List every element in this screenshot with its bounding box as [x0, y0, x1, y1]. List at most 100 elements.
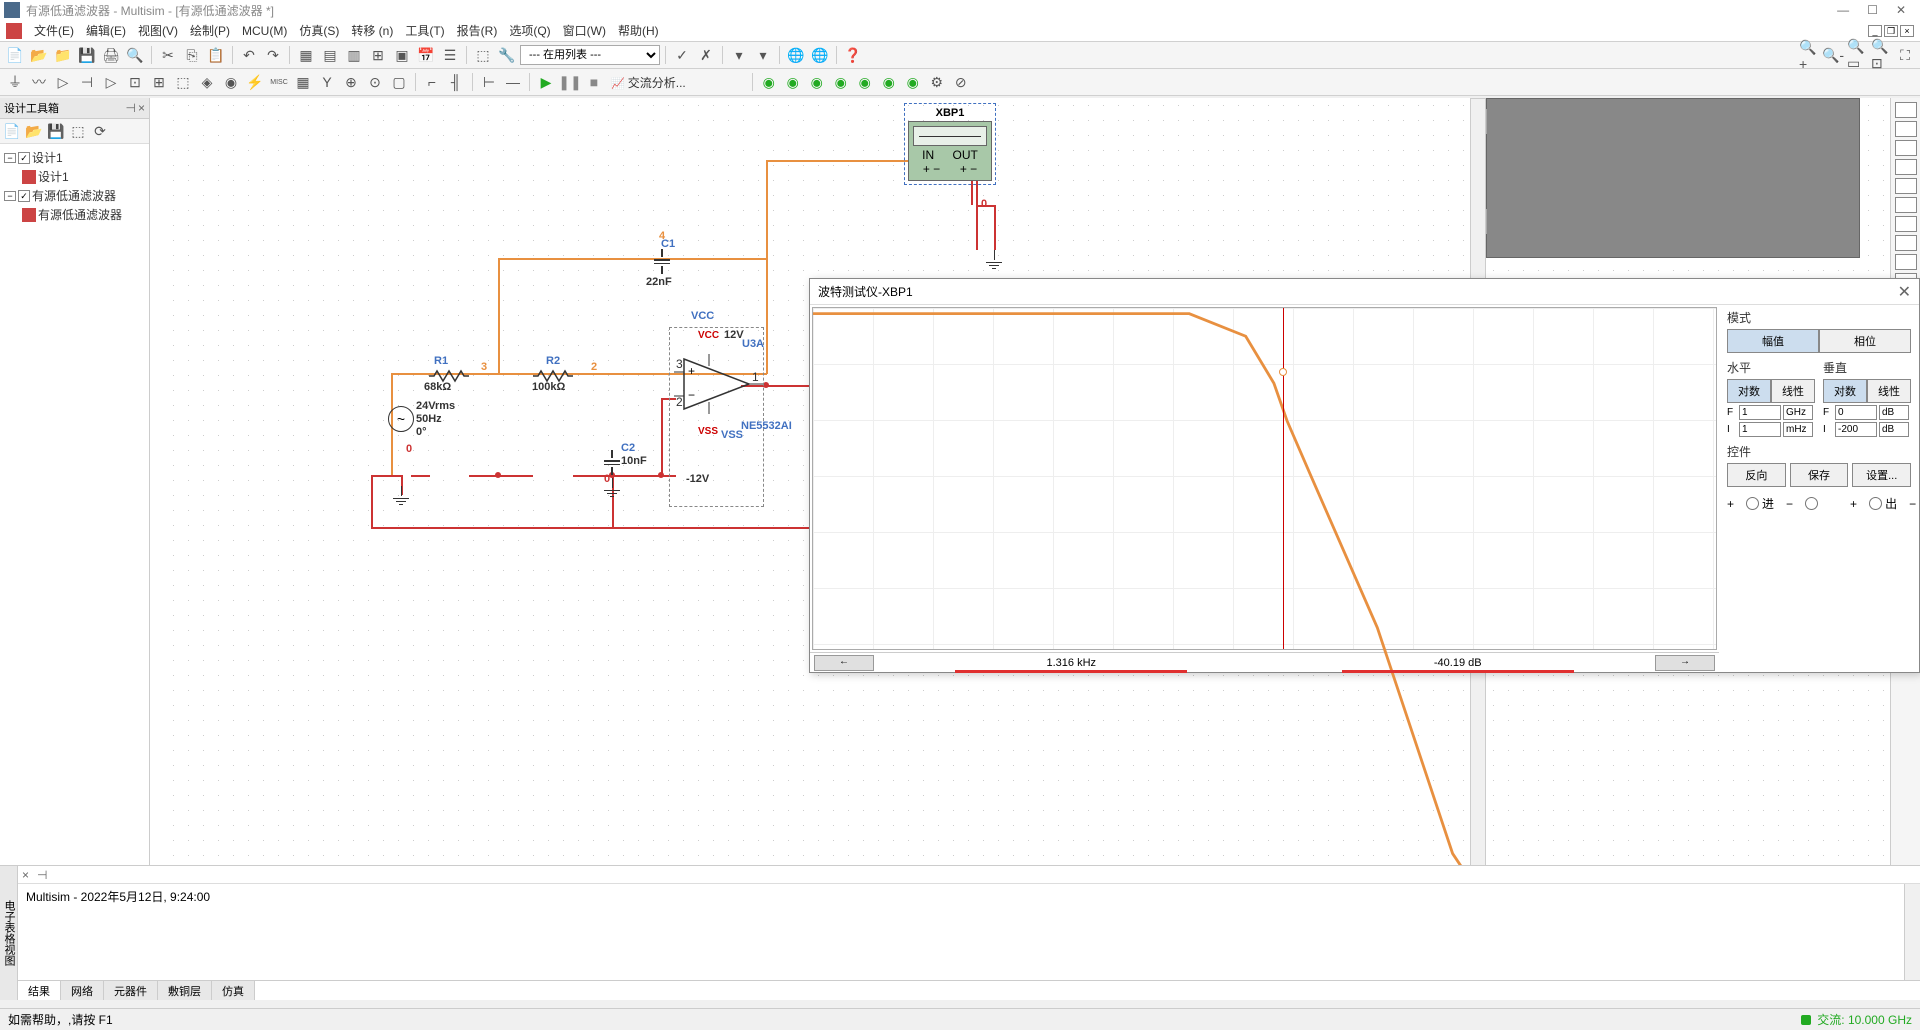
- cut-icon[interactable]: ✂: [157, 44, 179, 66]
- save-button[interactable]: 保存: [1790, 463, 1849, 487]
- menu-transfer[interactable]: 转移 (n): [345, 20, 399, 41]
- zoom-out-icon[interactable]: 🔍-: [1822, 44, 1844, 66]
- menu-edit[interactable]: 编辑(E): [80, 20, 132, 41]
- probe3-icon[interactable]: ◉: [806, 71, 828, 93]
- panel-pin-icon[interactable]: ⊣: [126, 101, 136, 115]
- dropdown2-icon[interactable]: ▾: [752, 44, 774, 66]
- help-icon[interactable]: ❓: [842, 44, 864, 66]
- horiz-lin-button[interactable]: 线性: [1771, 379, 1815, 403]
- spreadsheet-vtab[interactable]: 电子表格视图: [0, 866, 18, 1000]
- mdi-minimize-icon[interactable]: _: [1868, 25, 1882, 37]
- tree-new-icon[interactable]: 📄: [2, 121, 22, 141]
- vert-lin-button[interactable]: 线性: [1867, 379, 1911, 403]
- console-tab-components[interactable]: 元器件: [104, 981, 158, 1000]
- paste-icon[interactable]: 📋: [205, 44, 227, 66]
- ac-source-v1[interactable]: [388, 406, 414, 432]
- probe4-icon[interactable]: ◉: [830, 71, 852, 93]
- horiz-i-unit[interactable]: mHz: [1783, 422, 1813, 437]
- mdi-close-icon[interactable]: ×: [1900, 25, 1914, 37]
- console-tab-results[interactable]: 结果: [18, 981, 61, 1000]
- console-tab-nets[interactable]: 网络: [61, 981, 104, 1000]
- grid5-icon[interactable]: ▣: [391, 44, 413, 66]
- fullscreen-icon[interactable]: ⛶: [1894, 44, 1916, 66]
- indicator-icon[interactable]: ◉: [220, 71, 242, 93]
- check2-icon[interactable]: ✗: [695, 44, 717, 66]
- check1-icon[interactable]: ✓: [671, 44, 693, 66]
- tree-save-icon[interactable]: 💾: [46, 121, 66, 141]
- grid1-icon[interactable]: ▦: [295, 44, 317, 66]
- tree-node-filter-doc[interactable]: 有源低通滤波器: [22, 205, 145, 224]
- print-icon[interactable]: 🖨: [100, 44, 122, 66]
- cmos-icon[interactable]: ⊞: [148, 71, 170, 93]
- tree-node-design1-doc[interactable]: 设计1: [22, 167, 145, 186]
- component-icon[interactable]: ⬚: [472, 44, 494, 66]
- diode-icon[interactable]: ▷: [52, 71, 74, 93]
- list-icon[interactable]: ☰: [439, 44, 461, 66]
- set-button[interactable]: 设置...: [1852, 463, 1911, 487]
- reverse-button[interactable]: 反向: [1727, 463, 1786, 487]
- close-icon[interactable]: ✕: [1896, 3, 1906, 17]
- capacitor-c1[interactable]: [654, 249, 670, 274]
- probe5-icon[interactable]: ◉: [854, 71, 876, 93]
- analog-icon[interactable]: ▷: [100, 71, 122, 93]
- checkbox-icon[interactable]: ✓: [18, 152, 30, 164]
- in-minus-radio[interactable]: [1805, 497, 1818, 510]
- in-use-list-select[interactable]: --- 在用列表 ---: [520, 45, 660, 65]
- stop-icon[interactable]: ■: [583, 71, 605, 93]
- electro-icon[interactable]: ⊕: [340, 71, 362, 93]
- menu-options[interactable]: 选项(Q): [503, 20, 556, 41]
- grid2-icon[interactable]: ▤: [319, 44, 341, 66]
- redo-icon[interactable]: ↷: [262, 44, 284, 66]
- menu-mcu[interactable]: MCU(M): [236, 22, 293, 40]
- probe1-icon[interactable]: ◉: [758, 71, 780, 93]
- open2-icon[interactable]: 📁: [52, 44, 74, 66]
- tree-node-filter[interactable]: − ✓ 有源低通滤波器: [4, 186, 145, 205]
- vert-log-button[interactable]: 对数: [1823, 379, 1867, 403]
- zoom-fit-icon[interactable]: 🔍⊡: [1870, 44, 1892, 66]
- bode-canvas[interactable]: [812, 307, 1717, 650]
- mdi-restore-icon[interactable]: ❐: [1884, 25, 1898, 37]
- zoom-area-icon[interactable]: 🔍▭: [1846, 44, 1868, 66]
- horiz-f-unit[interactable]: GHz: [1783, 405, 1813, 420]
- menu-window[interactable]: 窗口(W): [557, 20, 612, 41]
- basic-icon[interactable]: 〰: [28, 71, 50, 93]
- dropdown1-icon[interactable]: ▾: [728, 44, 750, 66]
- vert-f-input[interactable]: [1835, 405, 1877, 420]
- menu-tools[interactable]: 工具(T): [399, 20, 450, 41]
- mode-phase-button[interactable]: 相位: [1819, 329, 1911, 353]
- capacitor-c2[interactable]: [604, 450, 620, 475]
- console-vscroll[interactable]: [1904, 884, 1920, 980]
- console-close-icon[interactable]: ×: [22, 868, 29, 882]
- in-plus-radio[interactable]: [1746, 497, 1759, 510]
- vert-i-unit[interactable]: dB: [1879, 422, 1909, 437]
- mcu-icon[interactable]: ▢: [388, 71, 410, 93]
- tree-refresh-icon[interactable]: ⟳: [90, 121, 110, 141]
- vert-i-input[interactable]: [1835, 422, 1877, 437]
- probe6-icon[interactable]: ◉: [878, 71, 900, 93]
- menu-place[interactable]: 绘制(P): [184, 20, 236, 41]
- instrument-bode-icon[interactable]: [1895, 197, 1917, 213]
- menu-file[interactable]: 文件(E): [28, 20, 80, 41]
- horiz-i-input[interactable]: [1739, 422, 1781, 437]
- instrument-freq-icon[interactable]: [1895, 216, 1917, 232]
- save-icon[interactable]: 💾: [76, 44, 98, 66]
- calendar-icon[interactable]: 📅: [415, 44, 437, 66]
- probe2-icon[interactable]: ◉: [782, 71, 804, 93]
- source-icon[interactable]: ⏚: [4, 71, 26, 93]
- instrument-wordgen-icon[interactable]: [1895, 235, 1917, 251]
- ttl-icon[interactable]: ⊡: [124, 71, 146, 93]
- grid4-icon[interactable]: ⊞: [367, 44, 389, 66]
- menu-help[interactable]: 帮助(H): [612, 20, 665, 41]
- misc-icon[interactable]: MISC: [268, 71, 290, 93]
- new-icon[interactable]: 📄: [4, 44, 26, 66]
- preview-icon[interactable]: 🔍: [124, 44, 146, 66]
- pause-icon[interactable]: ❚❚: [559, 71, 581, 93]
- instrument-funcgen-icon[interactable]: [1895, 121, 1917, 137]
- horiz-f-input[interactable]: [1739, 405, 1781, 420]
- misc-digital-icon[interactable]: ⬚: [172, 71, 194, 93]
- mixed-icon[interactable]: ◈: [196, 71, 218, 93]
- power-icon[interactable]: ⚡: [244, 71, 266, 93]
- junction-icon[interactable]: ⊢: [478, 71, 500, 93]
- mode-magnitude-button[interactable]: 幅值: [1727, 329, 1819, 353]
- bode-plotter-xbp1[interactable]: XBP1 INOUT + −+ −: [904, 103, 996, 185]
